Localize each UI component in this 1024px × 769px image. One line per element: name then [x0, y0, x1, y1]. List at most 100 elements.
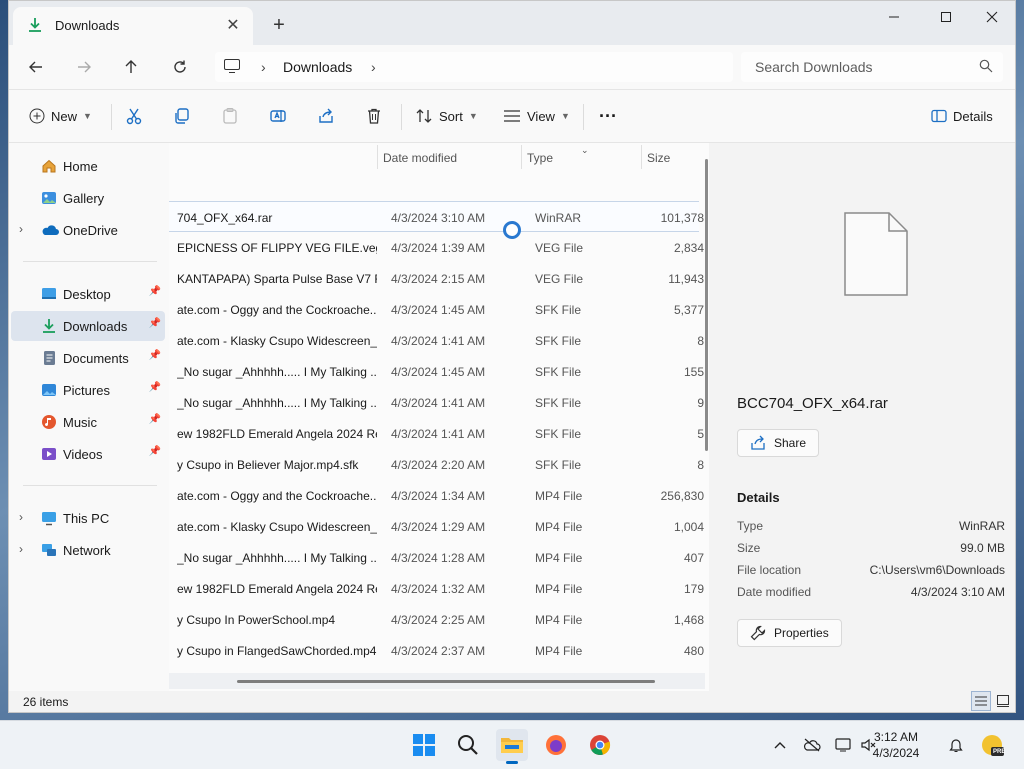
- cut-button[interactable]: [125, 102, 143, 130]
- nav-item-network[interactable]: › Network: [11, 535, 165, 565]
- file-name-cell: ate.com - Oggy and the Cockroache...: [177, 303, 377, 317]
- file-row[interactable]: _No sugar _Ahhhhh..... I My Talking ... 4…: [169, 387, 704, 418]
- file-row[interactable]: ew 1982FLD Emerald Angela 2024 Re... 4/3/…: [169, 418, 704, 449]
- cloud-offline-icon[interactable]: [802, 735, 822, 755]
- details-pane-button[interactable]: Details: [931, 102, 993, 130]
- chevron-down-icon: ▼: [468, 111, 478, 121]
- breadcrumb-downloads[interactable]: Downloads: [283, 59, 352, 75]
- sort-icon: [416, 109, 432, 123]
- chevron-up-icon[interactable]: [770, 735, 790, 755]
- firefox-button[interactable]: [540, 729, 572, 761]
- chevron-right-icon[interactable]: ›: [19, 510, 23, 524]
- horizontal-scrollbar[interactable]: [237, 680, 655, 683]
- file-type-cell: SFK File: [535, 303, 582, 317]
- file-row[interactable]: y Csupo In PowerSchool.mp4 4/3/2024 2:25 …: [169, 604, 704, 635]
- column-divider[interactable]: [377, 145, 378, 169]
- copy-icon: [175, 108, 189, 124]
- nav-item-desktop[interactable]: Desktop 📌: [11, 279, 165, 309]
- nav-item-music[interactable]: Music 📌: [11, 407, 165, 437]
- network-icon[interactable]: [834, 735, 854, 755]
- file-row[interactable]: ate.com - Oggy and the Cockroache... 4/3/…: [169, 480, 704, 511]
- search-input[interactable]: Search Downloads: [741, 52, 1003, 82]
- file-row[interactable]: y Csupo in Believer Major.mp4.sfk 4/3/202…: [169, 449, 704, 480]
- property-key: Size: [737, 541, 761, 555]
- file-size-cell: 407: [683, 551, 704, 565]
- column-divider[interactable]: [641, 145, 642, 169]
- nav-item-gallery[interactable]: Gallery: [11, 183, 165, 213]
- vertical-scrollbar[interactable]: [705, 159, 708, 451]
- close-window-button[interactable]: [969, 5, 1015, 29]
- preview-build-badge[interactable]: PRE: [980, 733, 1005, 757]
- address-bar[interactable]: › Downloads ›: [215, 52, 733, 82]
- forward-button[interactable]: [69, 53, 99, 81]
- properties-button[interactable]: Properties: [737, 619, 842, 647]
- nav-item-downloads[interactable]: Downloads 📌: [11, 311, 165, 341]
- file-row[interactable]: 704_OFX_x64.rar 4/3/2024 3:10 AM WinRAR 101…: [169, 201, 704, 232]
- details-view-button[interactable]: [971, 691, 991, 711]
- file-type-cell: MP4 File: [535, 520, 583, 534]
- file-explorer-taskbar-button[interactable]: [496, 729, 528, 764]
- view-button[interactable]: View ▼: [503, 102, 570, 130]
- chevron-right-icon[interactable]: ›: [19, 222, 23, 236]
- sort-button[interactable]: Sort ▼: [415, 102, 478, 130]
- nav-item-documents[interactable]: Documents 📌: [11, 343, 165, 373]
- back-button[interactable]: [21, 53, 51, 81]
- tab-downloads[interactable]: Downloads ✕: [13, 7, 253, 45]
- date-modified-cell: 4/3/2024 2:37 AM: [391, 644, 486, 658]
- file-name-cell: KANTAPAPA) Sparta Pulse Base V7 R...: [177, 272, 377, 286]
- delete-button[interactable]: [365, 102, 383, 130]
- file-name-cell: ate.com - Oggy and the Cockroache...: [177, 489, 377, 503]
- system-clock[interactable]: 3:12 AM 4/3/2024: [866, 729, 926, 761]
- share-button[interactable]: Share: [737, 429, 820, 457]
- clock-time: 3:12 AM: [873, 730, 919, 744]
- file-name-cell: _No sugar _Ahhhhh..... I My Talking ...: [177, 396, 377, 410]
- column-header-date[interactable]: Date modified: [383, 143, 457, 173]
- chevron-right-icon[interactable]: ›: [19, 542, 23, 556]
- chevron-right-icon[interactable]: ›: [371, 59, 376, 75]
- bell-icon[interactable]: [946, 735, 966, 755]
- tab-title: Downloads: [55, 18, 120, 33]
- file-row[interactable]: ate.com - Klasky Csupo Widescreen_... 4/3…: [169, 511, 704, 542]
- view-label: View: [527, 108, 555, 124]
- nav-item-home[interactable]: Home: [11, 151, 165, 181]
- start-button[interactable]: [408, 729, 440, 761]
- file-row[interactable]: ew 1982FLD Emerald Angela 2024 Re... 4/3/…: [169, 573, 704, 604]
- file-row[interactable]: EPICNESS OF FLIPPY VEG FILE.veg 4/3/2024 …: [169, 232, 704, 263]
- nav-item-label: Videos: [63, 447, 103, 462]
- copy-button[interactable]: [173, 102, 191, 130]
- close-tab-button[interactable]: ✕: [221, 13, 245, 37]
- file-row[interactable]: _No sugar _Ahhhhh..... I My Talking ... 4…: [169, 356, 704, 387]
- nav-item-onedrive[interactable]: › OneDrive: [11, 215, 165, 245]
- paste-button[interactable]: [221, 102, 239, 130]
- minimize-button[interactable]: [871, 5, 917, 29]
- file-size-cell: 8: [697, 334, 704, 348]
- property-value[interactable]: C:\Users\vm6\Downloads: [870, 563, 1005, 577]
- nav-item-label: Documents: [63, 351, 129, 366]
- column-header-type[interactable]: Type: [527, 143, 553, 173]
- nav-item-videos[interactable]: Videos 📌: [11, 439, 165, 469]
- column-header-size[interactable]: Size: [647, 143, 670, 173]
- column-divider[interactable]: [521, 145, 522, 169]
- chevron-right-icon[interactable]: ›: [261, 59, 266, 75]
- up-button[interactable]: [116, 53, 146, 81]
- chrome-button[interactable]: [584, 729, 616, 761]
- share-button[interactable]: [317, 102, 335, 130]
- rename-button[interactable]: [269, 102, 287, 130]
- file-row[interactable]: _No sugar _Ahhhhh..... I My Talking ... 4…: [169, 542, 704, 573]
- maximize-button[interactable]: [923, 5, 969, 29]
- search-button[interactable]: [452, 729, 484, 761]
- file-name-cell: y Csupo in Believer Major.mp4.sfk: [177, 458, 359, 472]
- nav-item-pictures[interactable]: Pictures 📌: [11, 375, 165, 405]
- refresh-button[interactable]: [165, 53, 195, 81]
- more-options-button[interactable]: ···: [599, 102, 617, 130]
- new-button[interactable]: New ▼: [29, 102, 92, 130]
- new-tab-button[interactable]: +: [267, 13, 291, 37]
- file-row[interactable]: y Csupo in FlangedSawChorded.mp4 4/3/2024…: [169, 635, 704, 666]
- file-row[interactable]: KANTAPAPA) Sparta Pulse Base V7 R... 4/3/…: [169, 263, 704, 294]
- file-row[interactable]: ate.com - Klasky Csupo Widescreen_... 4/3…: [169, 325, 704, 356]
- windows-logo-icon: [413, 734, 435, 756]
- file-row[interactable]: ate.com - Oggy and the Cockroache... 4/3/…: [169, 294, 704, 325]
- nav-item-this-pc[interactable]: › This PC: [11, 503, 165, 533]
- tiles-view-button[interactable]: [993, 691, 1013, 711]
- toolbar-divider: [583, 104, 584, 130]
